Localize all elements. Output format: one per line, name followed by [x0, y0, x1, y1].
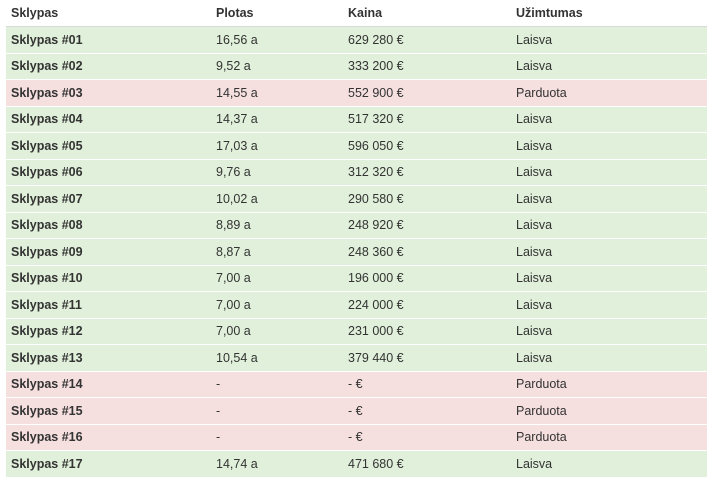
plot-area: 7,00 a [211, 317, 343, 345]
plots-table: Sklypas Plotas Kaina Užimtumas Sklypas #… [6, 0, 707, 477]
plot-name: Sklypas #17 [6, 450, 211, 477]
plot-name: Sklypas #08 [6, 211, 211, 239]
plot-area: 7,00 a [211, 264, 343, 292]
plot-name: Sklypas #12 [6, 317, 211, 345]
plot-status: Laisva [511, 105, 707, 133]
plot-status: Laisva [511, 450, 707, 477]
table-row[interactable]: Sklypas #04 14,37 a 517 320 € Laisva [6, 105, 707, 133]
plot-status: Laisva [511, 317, 707, 345]
plot-name: Sklypas #02 [6, 52, 211, 80]
plot-status: Laisva [511, 132, 707, 159]
plot-status: Laisva [511, 185, 707, 212]
plot-status: Laisva [511, 158, 707, 186]
table-body: Sklypas #01 16,56 a 629 280 € Laisva Sklypas… [6, 26, 707, 477]
plot-area: 9,52 a [211, 52, 343, 80]
plot-area: 10,02 a [211, 185, 343, 212]
plot-area: 14,74 a [211, 450, 343, 477]
plot-area: 14,37 a [211, 105, 343, 133]
header-price[interactable]: Kaina [343, 0, 511, 27]
plot-area: - [211, 397, 343, 424]
plot-area: 14,55 a [211, 79, 343, 106]
table-row[interactable]: Sklypas #08 8,89 a 248 920 € Laisva [6, 211, 707, 239]
plot-area: 8,89 a [211, 211, 343, 239]
plot-area: 10,54 a [211, 344, 343, 371]
plot-price: - € [343, 423, 511, 451]
plot-status: Parduota [511, 423, 707, 451]
table-row[interactable]: Sklypas #11 7,00 a 224 000 € Laisva [6, 291, 707, 318]
plot-status: Parduota [511, 370, 707, 398]
plot-price: - € [343, 370, 511, 398]
plot-price: 517 320 € [343, 105, 511, 133]
plot-price: 596 050 € [343, 132, 511, 159]
plot-price: 379 440 € [343, 344, 511, 371]
table-row[interactable]: Sklypas #14- - € Parduota [6, 370, 707, 398]
header-plot[interactable]: Sklypas [6, 0, 211, 27]
plot-name: Sklypas #14 [6, 370, 211, 398]
plot-price: 248 360 € [343, 238, 511, 265]
plot-price: - € [343, 397, 511, 424]
table-row[interactable]: Sklypas #07 10,02 a 290 580 € Laisva [6, 185, 707, 212]
plot-price: 248 920 € [343, 211, 511, 239]
plot-name: Sklypas #09 [6, 238, 211, 265]
plot-status: Parduota [511, 397, 707, 424]
plot-price: 231 000 € [343, 317, 511, 345]
table-row[interactable]: Sklypas #15- - € Parduota [6, 397, 707, 424]
plot-status: Laisva [511, 211, 707, 239]
table-row[interactable]: Sklypas #05 17,03 a 596 050 € Laisva [6, 132, 707, 159]
plot-name: Sklypas #04 [6, 105, 211, 133]
plot-name: Sklypas #15 [6, 397, 211, 424]
plot-status: Laisva [511, 291, 707, 318]
table-row[interactable]: Sklypas #16- - € Parduota [6, 423, 707, 451]
plot-price: 290 580 € [343, 185, 511, 212]
header-row: Sklypas Plotas Kaina Užimtumas [6, 0, 707, 27]
table-row[interactable]: Sklypas #02 9,52 a 333 200 € Laisva [6, 52, 707, 80]
table-row[interactable]: Sklypas #17 14,74 a 471 680 € Laisva [6, 450, 707, 477]
plot-status: Laisva [511, 52, 707, 80]
plot-price: 552 900 € [343, 79, 511, 106]
plot-price: 333 200 € [343, 52, 511, 80]
table-row[interactable]: Sklypas #13 10,54 a 379 440 € Laisva [6, 344, 707, 371]
plot-area: - [211, 423, 343, 451]
table-row[interactable]: Sklypas #09 8,87 a 248 360 € Laisva [6, 238, 707, 265]
table-header: Sklypas Plotas Kaina Užimtumas [6, 0, 707, 27]
plot-status: Laisva [511, 26, 707, 53]
plot-price: 471 680 € [343, 450, 511, 477]
plot-status: Parduota [511, 79, 707, 106]
plot-area: 7,00 a [211, 291, 343, 318]
plot-name: Sklypas #06 [6, 158, 211, 186]
plot-name: Sklypas #03 [6, 79, 211, 106]
plot-name: Sklypas #01 [6, 26, 211, 53]
plot-area: 16,56 a [211, 26, 343, 53]
plot-area: 8,87 a [211, 238, 343, 265]
header-status[interactable]: Užimtumas [511, 0, 707, 27]
plot-area: 17,03 a [211, 132, 343, 159]
plot-price: 224 000 € [343, 291, 511, 318]
plot-status: Laisva [511, 264, 707, 292]
plot-area: - [211, 370, 343, 398]
plot-name: Sklypas #16 [6, 423, 211, 451]
plot-status: Laisva [511, 344, 707, 371]
plot-price: 312 320 € [343, 158, 511, 186]
table-row[interactable]: Sklypas #06 9,76 a 312 320 € Laisva [6, 158, 707, 186]
plot-status: Laisva [511, 238, 707, 265]
table-row[interactable]: Sklypas #12 7,00 a 231 000 € Laisva [6, 317, 707, 345]
plot-name: Sklypas #10 [6, 264, 211, 292]
plot-price: 629 280 € [343, 26, 511, 53]
table-row[interactable]: Sklypas #01 16,56 a 629 280 € Laisva [6, 26, 707, 53]
table-row[interactable]: Sklypas #03 14,55 a 552 900 € Parduota [6, 79, 707, 106]
plot-name: Sklypas #11 [6, 291, 211, 318]
plot-name: Sklypas #07 [6, 185, 211, 212]
plot-area: 9,76 a [211, 158, 343, 186]
header-area[interactable]: Plotas [211, 0, 343, 27]
plot-name: Sklypas #05 [6, 132, 211, 159]
plot-name: Sklypas #13 [6, 344, 211, 371]
table-row[interactable]: Sklypas #10 7,00 a 196 000 € Laisva [6, 264, 707, 292]
plot-price: 196 000 € [343, 264, 511, 292]
